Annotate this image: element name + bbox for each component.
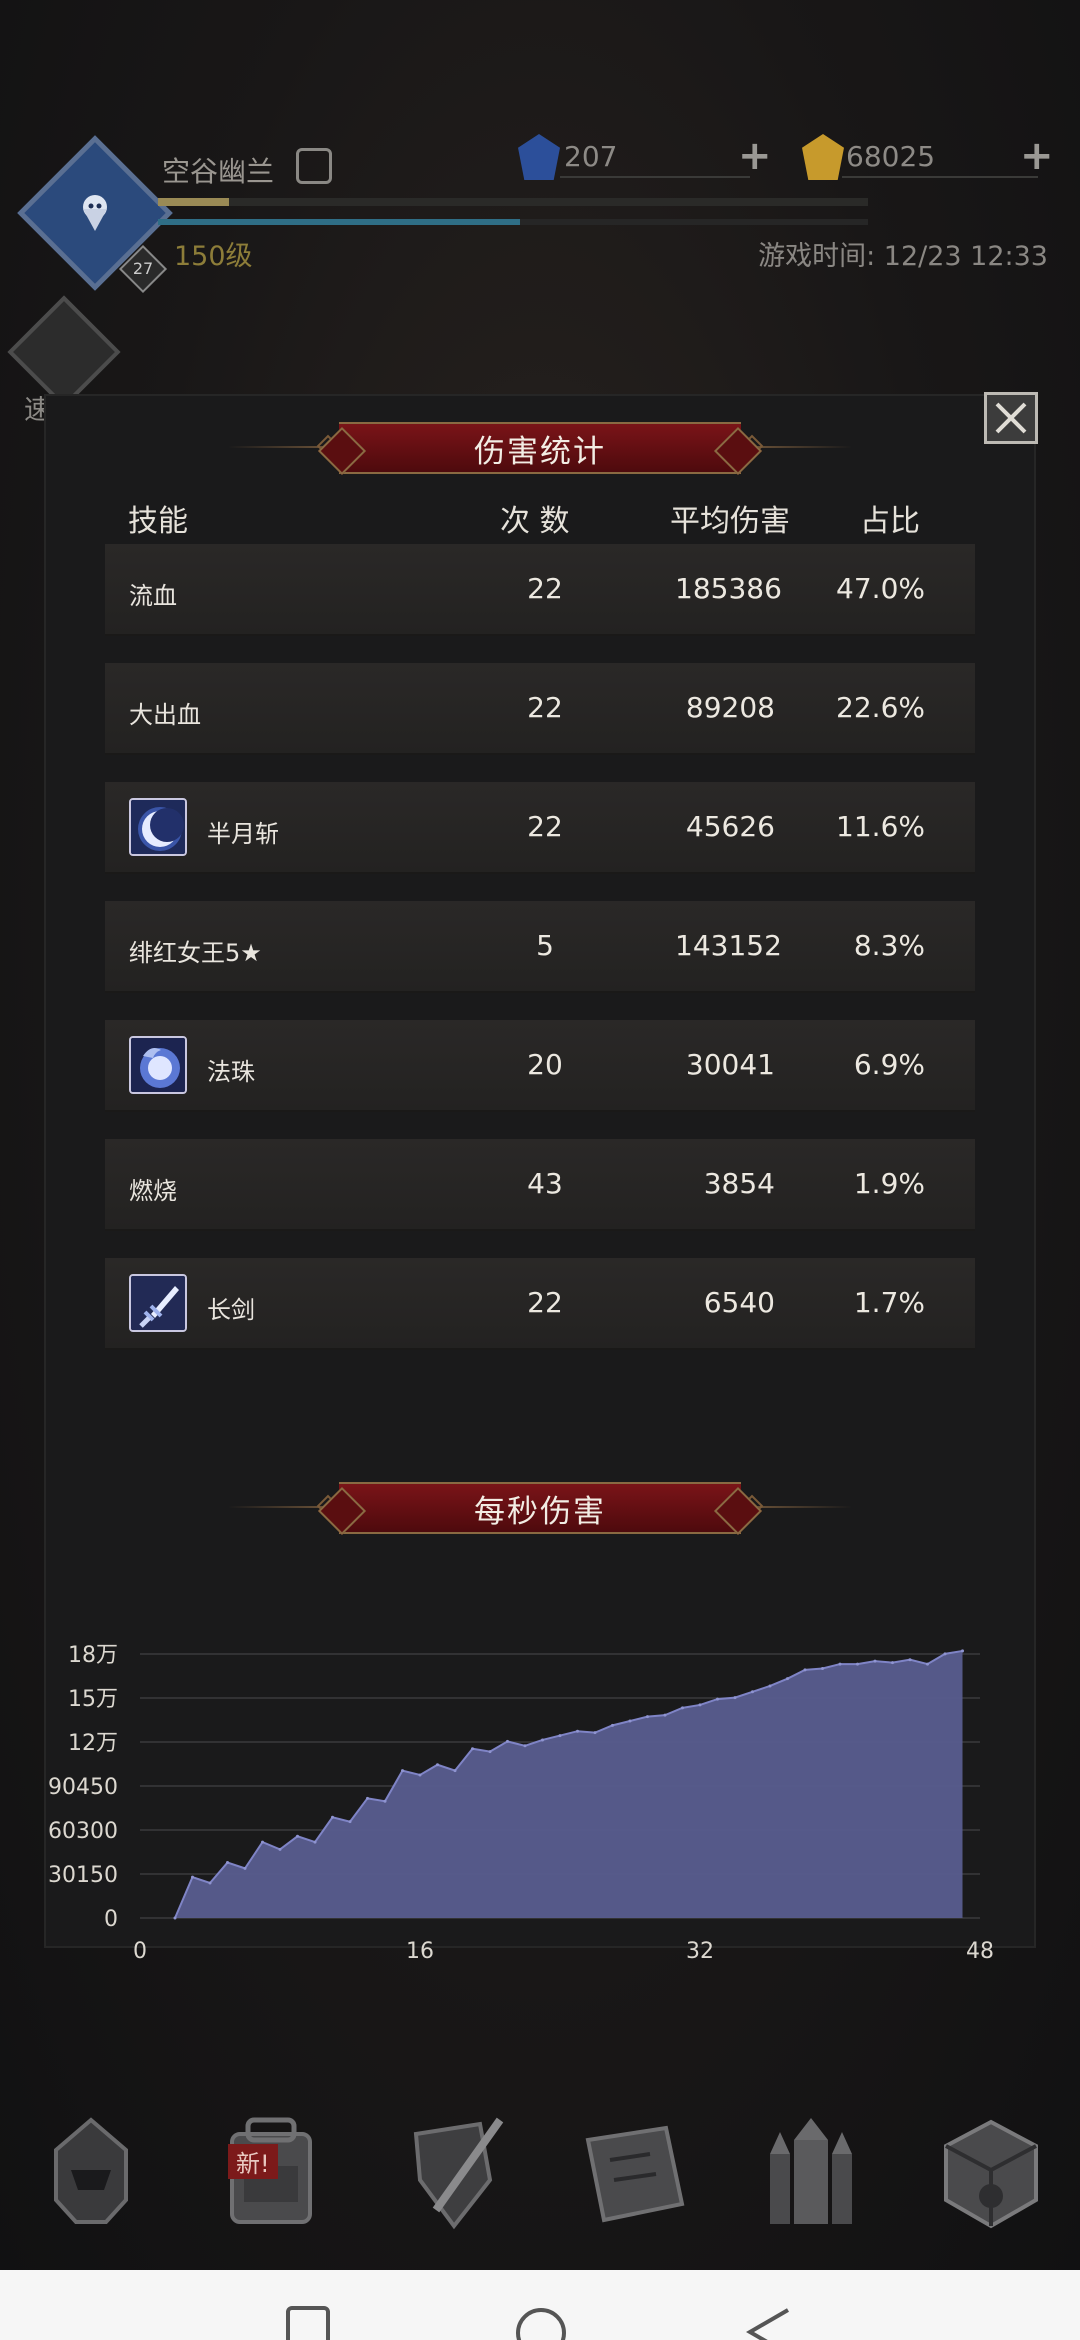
gold-underline xyxy=(842,176,1038,178)
table-header: 技能 次 数 平均伤害 占比 xyxy=(0,490,1080,540)
ribbon-wing-left xyxy=(228,446,328,448)
player-hud: 27 空谷幽兰 150级 207 + 68025 + 游戏时间: 12/23 1… xyxy=(0,0,1080,440)
nav-equipment-button[interactable] xyxy=(396,2110,526,2240)
ribbon-wing-left xyxy=(228,1506,328,1508)
rank-badge-text: 27 xyxy=(132,259,154,278)
dps-title-ribbon: 每秒伤害 xyxy=(228,1482,852,1534)
hit-count: 5 xyxy=(536,929,554,962)
dps-title: 每秒伤害 xyxy=(474,1493,606,1530)
player-level: 150级 xyxy=(174,241,253,272)
avg-damage: 89208 xyxy=(685,691,775,724)
table-row: 法珠 20 30041 6.9% xyxy=(105,1020,975,1112)
nav-settings-button[interactable] xyxy=(926,2110,1056,2240)
dialog-title: 伤害统计 xyxy=(474,433,606,470)
avg-damage: 45626 xyxy=(685,810,775,843)
ghost-icon xyxy=(83,195,107,231)
ribbon-banner: 每秒伤害 xyxy=(339,1482,741,1534)
avg-damage: 6540 xyxy=(703,1286,775,1319)
gem-underline xyxy=(560,176,750,178)
cube-icon xyxy=(944,2119,1038,2229)
add-gems-button[interactable]: + xyxy=(738,136,772,176)
nav-hero-button[interactable] xyxy=(26,2110,156,2240)
new-badge: 新! xyxy=(228,2144,278,2179)
table-row: 大出血 22 89208 22.6% xyxy=(105,663,975,755)
col-avg-damage: 平均伤害 xyxy=(670,504,790,539)
helmet-icon xyxy=(54,2117,128,2224)
table-row: 绯红女王5★ 5 143152 8.3% xyxy=(105,901,975,993)
close-icon xyxy=(995,402,1027,434)
damage-share: 1.9% xyxy=(853,1167,925,1200)
game-time: 游戏时间: 12/23 12:33 xyxy=(758,241,1048,272)
back-icon[interactable] xyxy=(744,2306,792,2340)
avg-damage: 143152 xyxy=(675,929,782,962)
hit-count: 22 xyxy=(527,691,563,724)
hit-count: 22 xyxy=(527,572,563,605)
ribbon-banner: 伤害统计 xyxy=(339,422,741,474)
system-nav-bar xyxy=(0,2270,1080,2340)
crescent-slash-icon xyxy=(129,798,187,856)
damage-share: 11.6% xyxy=(836,810,925,843)
damage-table: 流血 22 185386 47.0% 大出血 22 89208 22.6% 半月… xyxy=(105,544,975,1377)
table-row: 燃烧 43 3854 1.9% xyxy=(105,1139,975,1231)
hit-count: 20 xyxy=(527,1048,563,1081)
home-icon[interactable] xyxy=(514,2306,568,2340)
xp-bar-fill xyxy=(158,198,229,206)
hit-count: 22 xyxy=(527,1286,563,1319)
damage-share: 1.7% xyxy=(853,1286,925,1319)
close-button[interactable] xyxy=(984,392,1038,444)
skill-name: 长剑 xyxy=(207,1296,255,1324)
damage-share: 8.3% xyxy=(853,929,925,962)
gold-icon xyxy=(802,134,844,180)
skill-name: 半月斩 xyxy=(207,820,279,848)
magic-orb-icon xyxy=(129,1036,187,1094)
skill-name: 燃烧 xyxy=(129,1177,177,1205)
nav-guild-button[interactable] xyxy=(746,2110,876,2240)
col-count: 次 数 xyxy=(500,504,570,539)
energy-bar-fill xyxy=(158,219,521,225)
recents-icon[interactable] xyxy=(286,2306,330,2340)
damage-share: 6.9% xyxy=(853,1048,925,1081)
energy-bar xyxy=(158,219,868,225)
damage-share: 47.0% xyxy=(836,572,925,605)
bottom-nav xyxy=(0,2080,1080,2270)
xp-bar xyxy=(158,198,868,206)
scroll-map-icon xyxy=(585,2125,685,2223)
add-gold-button[interactable]: + xyxy=(1020,136,1054,176)
ribbon-wing-right xyxy=(752,446,852,448)
skill-name: 流血 xyxy=(129,582,177,610)
ribbon-wing-right xyxy=(752,1506,852,1508)
avg-damage: 3854 xyxy=(703,1167,775,1200)
hit-count: 22 xyxy=(527,810,563,843)
gem-icon xyxy=(518,134,560,180)
skill-name: 绯红女王5★ xyxy=(129,939,262,967)
sword-shield-icon xyxy=(413,2117,504,2230)
edit-name-icon[interactable] xyxy=(296,148,332,184)
damage-share: 22.6% xyxy=(836,691,925,724)
nav-map-button[interactable] xyxy=(570,2110,700,2240)
table-row: 半月斩 22 45626 11.6% xyxy=(105,782,975,874)
avg-damage: 185386 xyxy=(675,572,782,605)
player-name: 空谷幽兰 xyxy=(162,155,275,188)
longsword-icon xyxy=(129,1274,187,1332)
col-share: 占比 xyxy=(860,504,920,539)
avg-damage: 30041 xyxy=(685,1048,775,1081)
hit-count: 43 xyxy=(527,1167,563,1200)
gem-count: 207 xyxy=(564,140,618,173)
gold-count: 68025 xyxy=(846,140,936,173)
table-row: 长剑 22 6540 1.7% xyxy=(105,1258,975,1350)
skill-name: 大出血 xyxy=(129,701,201,729)
table-row: 流血 22 185386 47.0% xyxy=(105,544,975,636)
skill-name: 法珠 xyxy=(207,1058,255,1086)
damage-stats-title-ribbon: 伤害统计 xyxy=(228,422,852,474)
castle-icon xyxy=(770,2118,852,2224)
col-skill: 技能 xyxy=(128,504,188,539)
